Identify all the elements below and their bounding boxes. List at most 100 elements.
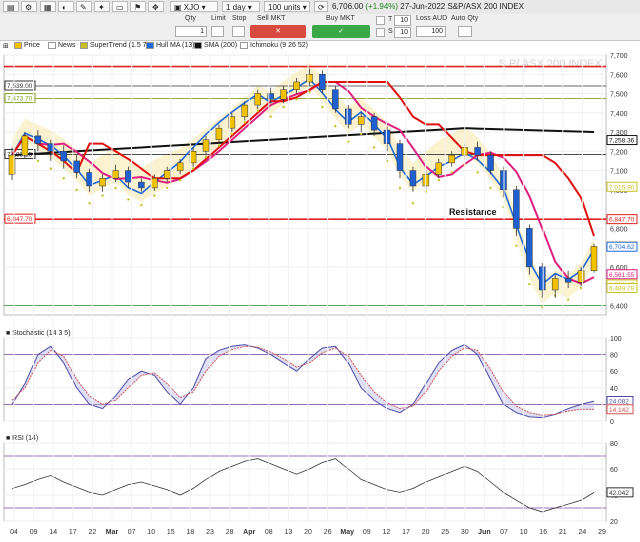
supertrend-dot [398, 186, 402, 190]
color-icon[interactable]: ◐ [58, 1, 74, 12]
candle-body [396, 143, 404, 171]
supertrend-dot [153, 194, 156, 197]
y-tick-label: 7,600 [610, 72, 628, 79]
y-tick-label: 7,700 [610, 53, 628, 60]
indicator-price[interactable]: Price [14, 42, 40, 49]
x-tick-label: Mar [106, 529, 119, 536]
s-checkbox[interactable] [376, 28, 385, 37]
buy-button[interactable]: ✓ [312, 25, 370, 38]
indicator-sma[interactable]: SMA (200) [194, 42, 237, 49]
x-tick-label: 15 [167, 529, 175, 536]
x-tick-label: 20 [422, 529, 430, 536]
candle-body [590, 246, 598, 271]
window-icon[interactable]: ▭ [112, 1, 128, 12]
candle-body [73, 160, 80, 173]
price-tag-label: 6,847.70 [609, 217, 635, 224]
sell-label: Sell MKT [257, 15, 286, 22]
units-label: 100 units [268, 3, 301, 12]
indicator-news[interactable]: News [48, 42, 76, 49]
draw-icon[interactable]: ✎ [76, 1, 92, 12]
alert-icon[interactable]: ⚑ [130, 1, 146, 12]
candle-body [34, 135, 42, 144]
y-tick-label: 20 [610, 519, 618, 526]
loss-input[interactable]: 100 [416, 26, 446, 37]
expand-icon[interactable]: ⊞ [3, 42, 9, 50]
y-tick-label: 7,200 [610, 149, 628, 156]
auto-qty-label: Auto Qty [451, 15, 479, 22]
chart-canvas[interactable]: 6,4006,6006,8007,0007,1007,2007,3007,400… [0, 53, 640, 542]
x-tick-label: 12 [383, 529, 391, 536]
indicator-label: Ichimoku (9 26 52) [250, 42, 308, 49]
qty-label: Qty [185, 15, 196, 22]
period-selector[interactable]: 1 day ▾ [222, 1, 260, 12]
indicator-label: SMA (200) [204, 42, 238, 49]
candle-body [151, 178, 158, 189]
supertrend-dot [437, 178, 440, 182]
supertrend-dot [127, 198, 130, 201]
candle-body [306, 74, 313, 83]
x-tick-label: 29 [598, 529, 606, 536]
stop-checkbox[interactable] [232, 26, 245, 37]
price-tag-label: 7,015.90 [609, 184, 635, 191]
chart-toolbar: ▤ ⚙ ▦ ◐ ✎ ✦ ▭ ⚑ ✥ ▣ XJO ▾ 1 day ▾ 100 un… [0, 0, 640, 15]
supertrend-dot [411, 202, 415, 205]
y-tick-label: 40 [610, 386, 618, 393]
supertrend-dot [88, 202, 91, 205]
sell-button[interactable]: ✕ [250, 25, 306, 38]
supertrend-dot [308, 90, 311, 93]
candle-body [99, 178, 106, 187]
x-tick-label: 25 [441, 529, 449, 536]
supertrend-dot [282, 105, 285, 109]
tools-icon[interactable]: ✦ [94, 1, 110, 12]
supertrend-dot [515, 244, 518, 247]
price-swatch [14, 42, 22, 49]
supertrend-dot [295, 98, 298, 101]
limit-checkbox[interactable] [211, 26, 224, 37]
level-label: 7,473.70 [7, 96, 33, 103]
supertrend-dot [101, 194, 104, 197]
s-label: S [388, 28, 393, 35]
x-tick-label: 18 [187, 529, 195, 536]
indicator-ichimoku[interactable]: Ichimoku (9 26 52) [240, 42, 308, 49]
indicator-hull[interactable]: Hull MA (13) [146, 42, 195, 49]
settings-icon[interactable]: ⚙ [21, 1, 37, 12]
units-selector[interactable]: 100 units ▾ [264, 1, 310, 12]
y-tick-label: 7,400 [610, 111, 628, 118]
supertrend-dot [230, 132, 234, 136]
grid-icon[interactable]: ▦ [40, 1, 56, 12]
x-tick-label: 04 [10, 529, 18, 536]
candle-body [526, 228, 533, 268]
x-tick-label: 10 [147, 529, 155, 536]
indicator-label: Hull MA (13) [156, 42, 195, 49]
buy-label: Buy MKT [326, 15, 355, 22]
cursor-icon[interactable]: ✥ [148, 1, 164, 12]
period-label: 1 day [226, 3, 246, 12]
x-tick-label: 16 [539, 529, 547, 536]
t-checkbox[interactable] [376, 16, 385, 25]
indicator-label: SuperTrend (1.5 7) [90, 42, 149, 49]
candle-body [551, 278, 559, 291]
supertrend-dot [191, 167, 195, 170]
menu-icon[interactable]: ▤ [3, 1, 19, 12]
auto-qty-checkbox[interactable] [458, 26, 472, 37]
qty-input[interactable]: 1 [175, 26, 207, 37]
price-tag-label: 6,489.79 [609, 286, 635, 293]
refresh-icon[interactable]: ⟳ [314, 1, 328, 12]
t-input[interactable]: 10 [394, 15, 411, 26]
symbol-selector[interactable]: ▣ XJO ▾ [170, 1, 218, 12]
order-bar: Qty 1 Limit Stop Sell MKT ✕ Buy MKT ✓ T … [0, 14, 640, 41]
supertrend-dot [528, 282, 531, 286]
candle-body [332, 89, 339, 110]
y-tick-label: 7,100 [610, 169, 628, 176]
s-input[interactable]: 10 [394, 27, 411, 38]
candle-body [202, 139, 210, 152]
x-tick-label: 08 [265, 529, 273, 536]
candle-body [448, 154, 455, 164]
x-tick-label: 09 [30, 529, 38, 536]
x-tick-label: 24 [579, 529, 587, 536]
supertrend-dot [204, 155, 208, 159]
y-tick-label: 6,800 [610, 226, 628, 233]
last-price: 6,706.00 [332, 2, 364, 11]
indicator-supertrend[interactable]: SuperTrend (1.5 7) [80, 42, 149, 49]
candle-body [357, 116, 365, 125]
